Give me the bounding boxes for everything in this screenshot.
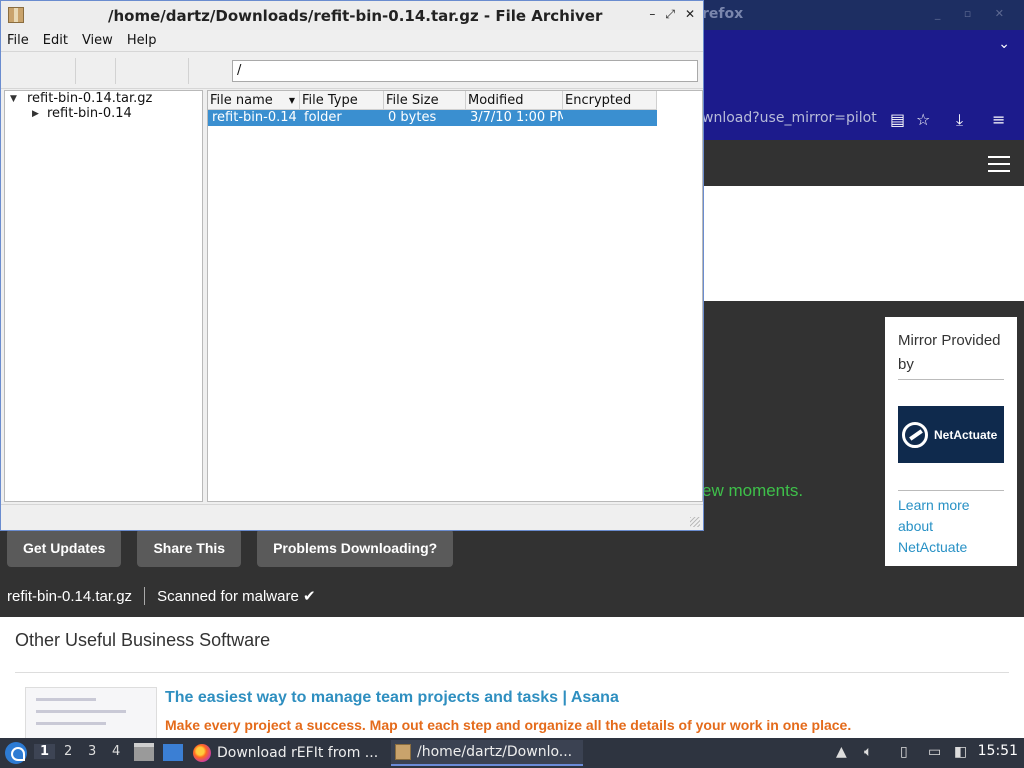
- column-encrypted[interactable]: Encrypted: [563, 91, 657, 109]
- file-archiver-window: /home/dartz/Downloads/refit-bin-0.14.tar…: [0, 0, 704, 531]
- column-modified[interactable]: Modified: [466, 91, 563, 109]
- minimize-icon[interactable]: –: [649, 7, 655, 22]
- workspace-2[interactable]: 2: [64, 744, 72, 759]
- tree-item-folder[interactable]: refit-bin-0.14: [47, 106, 132, 121]
- location-input[interactable]: /: [232, 60, 698, 82]
- column-label: File name: [210, 93, 273, 108]
- mirror-title: Mirror Provided by: [898, 329, 1004, 380]
- file-scan-info: refit-bin-0.14.tar.gz Scanned for malwar…: [7, 587, 316, 605]
- browser-title: refox: [702, 6, 744, 22]
- thumbnail-line: [36, 710, 126, 713]
- toolbar-separator: [75, 58, 76, 84]
- browser-window-controls[interactable]: _ ▫ ✕: [935, 7, 1014, 20]
- thumbnail-line: [36, 722, 106, 725]
- clock[interactable]: 15:51: [978, 743, 1018, 759]
- cell-encrypted: [563, 110, 657, 126]
- menu-edit[interactable]: Edit: [43, 33, 68, 48]
- column-file-size[interactable]: File Size: [384, 91, 466, 109]
- toolbar-separator: [115, 58, 116, 84]
- workspace-4[interactable]: 4: [112, 744, 120, 759]
- downloads-icon[interactable]: ⤓: [956, 110, 963, 130]
- archiver-titlebar[interactable]: /home/dartz/Downloads/refit-bin-0.14.tar…: [1, 1, 703, 30]
- toolbar: /: [1, 51, 703, 89]
- get-updates-button[interactable]: Get Updates: [7, 529, 122, 567]
- divider: [144, 587, 146, 605]
- thumbnail-line: [36, 698, 96, 701]
- task-firefox[interactable]: Download rEFIt from ...: [193, 740, 385, 766]
- url-bar[interactable]: wnload?use_mirror=pilot: [702, 110, 882, 126]
- start-menu-icon[interactable]: [5, 742, 27, 764]
- sort-arrow-icon: ▼: [288, 96, 295, 105]
- site-menu-icon[interactable]: [988, 156, 1010, 172]
- cell-file-size: 0 bytes: [388, 110, 437, 125]
- section-title: Other Useful Business Software: [15, 630, 271, 650]
- collapsed-arrow-icon[interactable]: ▶: [32, 109, 39, 119]
- cell-file-type: folder: [304, 110, 342, 125]
- taskbar: 1 2 3 4 Download rEFIt from ... /home/da…: [0, 738, 1024, 768]
- problems-downloading-button[interactable]: Problems Downloading?: [257, 529, 454, 567]
- resize-grip-icon[interactable]: [690, 517, 700, 527]
- notes-tray-icon[interactable]: ▯: [900, 744, 908, 760]
- toolbar-separator: [188, 58, 189, 84]
- reader-view-icon[interactable]: ▤: [890, 110, 905, 129]
- ad-headline-link[interactable]: The easiest way to manage team projects …: [165, 689, 619, 707]
- divider: [898, 490, 1004, 491]
- clipboard-tray-icon[interactable]: ▲: [836, 744, 847, 760]
- mirror-info-box: Mirror Provided by NetActuate Learn more…: [885, 317, 1017, 566]
- learn-more-link[interactable]: Learn more about NetActuate: [898, 495, 1004, 558]
- folder-tree: ▼ refit-bin-0.14.tar.gz ▶ refit-bin-0.14: [4, 90, 203, 502]
- file-row-selected[interactable]: refit-bin-0.14 folder 0 bytes 3/7/10 1:0…: [208, 110, 657, 126]
- bookmark-star-icon[interactable]: ☆: [916, 110, 930, 129]
- menu-bar: File Edit View Help: [1, 30, 703, 51]
- task-label: /home/dartz/Downlo...: [417, 744, 573, 760]
- archive-icon: [8, 7, 24, 23]
- maximize-icon[interactable]: ⤢: [665, 7, 675, 22]
- column-file-type[interactable]: File Type: [300, 91, 384, 109]
- app-menu-icon[interactable]: ≡: [992, 110, 1005, 129]
- netactuate-logo[interactable]: NetActuate: [898, 406, 1004, 463]
- status-bar: [1, 504, 703, 530]
- archive-icon: [395, 744, 411, 760]
- related-software-section: Other Useful Business Software The easie…: [0, 617, 1024, 747]
- window-title: /home/dartz/Downloads/refit-bin-0.14.tar…: [108, 7, 603, 25]
- share-this-button[interactable]: Share This: [137, 529, 242, 567]
- cell-file-name: refit-bin-0.14: [212, 110, 297, 125]
- tree-item-archive[interactable]: refit-bin-0.14.tar.gz: [27, 91, 152, 106]
- task-file-archiver[interactable]: /home/dartz/Downlo...: [391, 740, 583, 766]
- download-actions: Get Updates Share This Problems Download…: [7, 529, 454, 567]
- volume-icon[interactable]: 🔈︎: [864, 744, 872, 760]
- menu-file[interactable]: File: [7, 33, 29, 48]
- scan-status: Scanned for malware ✔: [157, 588, 316, 605]
- workspace-3[interactable]: 3: [88, 744, 96, 759]
- logo-text: NetActuate: [934, 427, 998, 442]
- column-file-name[interactable]: File name ▼: [208, 91, 300, 109]
- file-list: File name ▼ File Type File Size Modified…: [207, 90, 703, 502]
- netactuate-logo-mark-icon: [902, 421, 928, 448]
- window-controls: – ⤢ ✕: [649, 7, 695, 22]
- network-icon[interactable]: ▭: [928, 744, 941, 760]
- task-label: Download rEFIt from ...: [217, 745, 379, 761]
- firefox-icon: [193, 744, 211, 762]
- show-desktop-icon[interactable]: [163, 744, 183, 761]
- list-all-tabs-icon[interactable]: ⌄: [998, 36, 1010, 52]
- divider: [15, 672, 1009, 673]
- downloaded-file-name: refit-bin-0.14.tar.gz: [7, 587, 133, 605]
- file-list-header: File name ▼ File Type File Size Modified…: [208, 91, 657, 110]
- file-manager-icon[interactable]: [134, 743, 154, 761]
- ad-description: Make every project a success. Map out ea…: [165, 717, 852, 733]
- close-icon[interactable]: ✕: [685, 7, 695, 22]
- workspace-1[interactable]: 1: [34, 744, 56, 759]
- menu-help[interactable]: Help: [127, 33, 157, 48]
- cell-modified: 3/7/10 1:00 PM: [470, 110, 563, 125]
- menu-view[interactable]: View: [82, 33, 113, 48]
- update-notifier-icon[interactable]: ◧: [954, 744, 967, 760]
- expand-arrow-icon[interactable]: ▼: [10, 94, 17, 104]
- download-message: ew moments.: [702, 481, 804, 500]
